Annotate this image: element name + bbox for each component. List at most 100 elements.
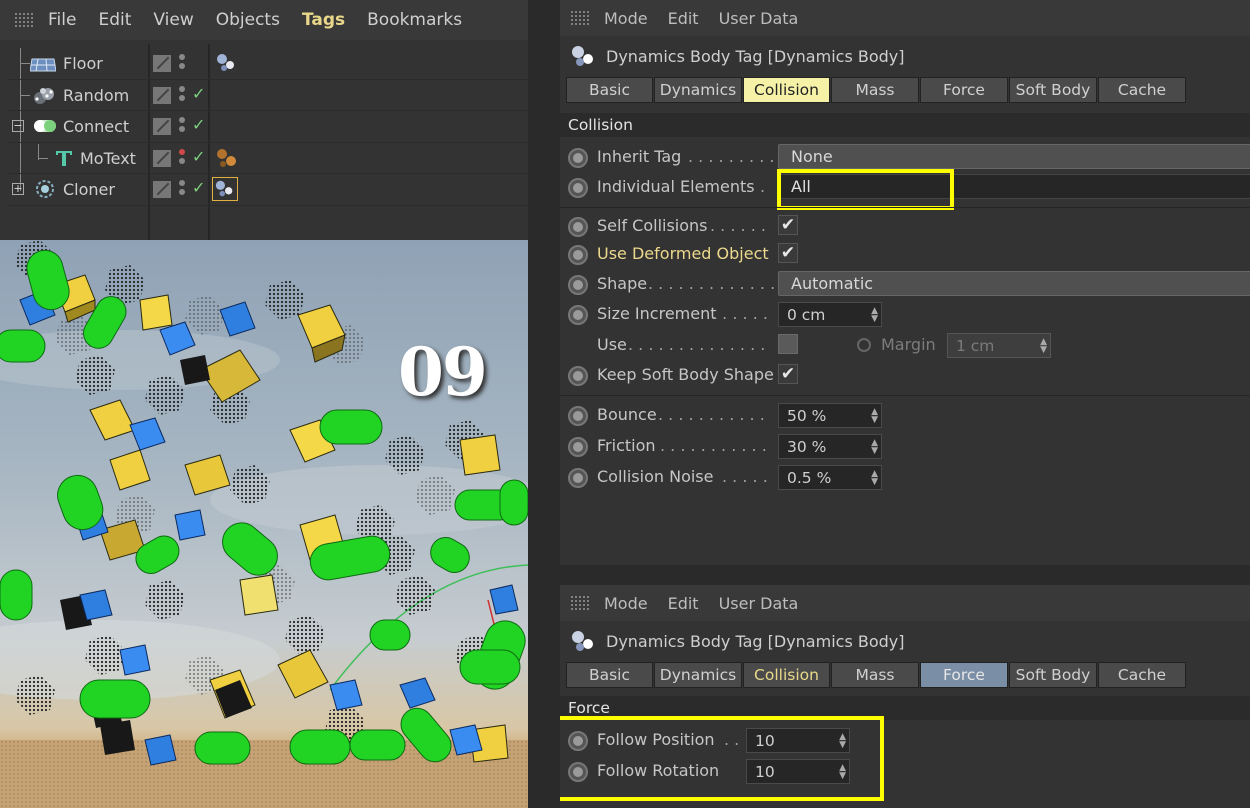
tab-dynamics[interactable]: Dynamics	[654, 662, 742, 688]
object-manager-menubar: File Edit View Objects Tags Bookmarks	[0, 0, 528, 40]
layer-toggle-icon[interactable]	[153, 55, 171, 72]
object-name[interactable]: Cloner	[63, 180, 115, 199]
shape-dropdown[interactable]: Automatic	[778, 271, 1250, 296]
visibility-dots-icon[interactable]	[179, 148, 187, 169]
tab-soft-body[interactable]: Soft Body	[1009, 662, 1097, 688]
stepper-arrows-icon[interactable]: ▲ ▼	[1040, 338, 1047, 355]
menu-view[interactable]: View	[153, 10, 193, 30]
stepper-arrows-icon[interactable]: ▲ ▼	[871, 307, 878, 324]
tab-cache[interactable]: Cache	[1098, 77, 1186, 103]
bounce-field[interactable]: 50 % ▲ ▼	[778, 403, 882, 428]
animate-radio-icon[interactable]	[568, 366, 588, 386]
enabled-check-icon[interactable]: ✓	[192, 84, 205, 103]
self-collisions-checkbox[interactable]: ✔	[778, 215, 798, 235]
dynamics-body-tag-icon[interactable]	[214, 51, 240, 75]
panel-grip-icon[interactable]	[570, 595, 590, 611]
object-name[interactable]: Random	[63, 86, 129, 105]
follow-position-field[interactable]: 10 ▲ ▼	[746, 728, 850, 753]
menu-mode[interactable]: Mode	[604, 594, 648, 613]
3d-viewport[interactable]: 09	[0, 240, 528, 808]
animate-radio-icon[interactable]	[568, 178, 588, 198]
layer-toggle-icon[interactable]	[153, 149, 171, 167]
inherit-tag-dropdown[interactable]: None	[778, 144, 1250, 169]
menu-edit[interactable]: Edit	[98, 10, 131, 30]
stepper-arrows-icon[interactable]: ▲ ▼	[871, 408, 878, 425]
animate-radio-icon[interactable]	[568, 148, 588, 168]
stepper-arrows-icon[interactable]: ▲ ▼	[871, 439, 878, 456]
menu-tags[interactable]: Tags	[302, 10, 345, 30]
rigid-body-tag-icon[interactable]	[214, 146, 240, 170]
panel-grip-icon[interactable]	[570, 10, 590, 26]
menu-bookmarks[interactable]: Bookmarks	[367, 10, 462, 30]
tab-mass[interactable]: Mass	[831, 77, 919, 103]
expand-toggle-icon[interactable]: −	[12, 120, 24, 132]
tab-basic[interactable]: Basic	[566, 77, 653, 103]
visibility-dots-icon[interactable]	[179, 85, 187, 106]
tab-soft-body[interactable]: Soft Body	[1009, 77, 1097, 103]
object-name[interactable]: MoText	[80, 149, 136, 168]
enabled-check-icon[interactable]: ✓	[192, 178, 205, 197]
menu-file[interactable]: File	[48, 10, 76, 30]
param-individual-elements: Individual Elements . All	[560, 173, 1250, 201]
menu-user-data[interactable]: User Data	[719, 9, 799, 28]
layer-toggle-icon[interactable]	[153, 181, 171, 198]
object-row-cloner[interactable]: + Cloner ✓	[8, 174, 528, 206]
object-row-random[interactable]: Random ✓	[8, 80, 528, 111]
menu-edit[interactable]: Edit	[668, 9, 699, 28]
animate-radio-icon[interactable]	[568, 245, 588, 265]
margin-animate-radio-icon[interactable]	[857, 338, 871, 352]
use-margin-checkbox[interactable]	[778, 334, 798, 354]
object-row-connect[interactable]: − Connect ✓	[8, 111, 528, 143]
follow-rotation-field[interactable]: 10 ▲ ▼	[746, 759, 850, 784]
enabled-check-icon[interactable]: ✓	[192, 147, 205, 166]
visibility-dots-icon[interactable]	[179, 117, 187, 137]
enabled-check-icon[interactable]: ✓	[192, 115, 205, 134]
stepper-arrows-icon[interactable]: ▲ ▼	[839, 764, 846, 781]
keep-soft-body-shape-checkbox[interactable]: ✔	[778, 364, 798, 384]
panel-grip-icon[interactable]	[14, 12, 34, 28]
expand-toggle-icon[interactable]: +	[12, 183, 24, 195]
visibility-dots-icon[interactable]	[179, 180, 187, 200]
use-deformed-object-checkbox[interactable]: ✔	[778, 243, 798, 263]
animate-radio-icon[interactable]	[568, 217, 588, 237]
friction-field[interactable]: 30 % ▲ ▼	[778, 434, 882, 459]
stepper-arrows-icon[interactable]: ▲ ▼	[839, 733, 846, 750]
animate-radio-icon[interactable]	[568, 406, 588, 426]
layer-toggle-icon[interactable]	[153, 118, 171, 135]
visibility-dots-icon[interactable]	[179, 54, 187, 74]
object-name[interactable]: Floor	[63, 54, 103, 73]
object-row-motext[interactable]: MoText ✓	[8, 143, 528, 174]
individual-elements-dropdown[interactable]: All	[778, 174, 1250, 199]
tab-force[interactable]: Force	[920, 77, 1008, 103]
tab-cache[interactable]: Cache	[1098, 662, 1186, 688]
tab-mass[interactable]: Mass	[831, 662, 919, 688]
animate-radio-icon[interactable]	[568, 275, 588, 295]
tab-force[interactable]: Force	[920, 662, 1008, 688]
menu-edit[interactable]: Edit	[668, 594, 699, 613]
animate-radio-icon[interactable]	[568, 305, 588, 325]
object-name[interactable]: Connect	[63, 117, 129, 136]
animate-radio-icon[interactable]	[568, 437, 588, 457]
param-use-deformed-object: Use Deformed Object ✔	[560, 240, 1250, 268]
menu-mode[interactable]: Mode	[604, 9, 648, 28]
param-shape: Shape . . . . . . . . . . . . . Automati…	[560, 270, 1250, 298]
tab-dynamics[interactable]: Dynamics	[654, 77, 742, 103]
tab-collision[interactable]: Collision	[743, 662, 830, 688]
size-increment-field[interactable]: 0 cm ▲ ▼	[778, 302, 882, 327]
animate-radio-icon[interactable]	[568, 762, 588, 782]
menu-user-data[interactable]: User Data	[719, 594, 799, 613]
collision-noise-field[interactable]: 0.5 % ▲ ▼	[778, 465, 882, 490]
tab-collision[interactable]: Collision	[743, 77, 830, 103]
stepper-arrows-icon[interactable]: ▲ ▼	[871, 470, 878, 487]
viewport-scene	[0, 240, 528, 808]
dynamics-body-tag-icon[interactable]	[212, 177, 238, 201]
tab-bar: Basic Dynamics Collision Mass Force Soft…	[566, 662, 1187, 688]
menu-objects[interactable]: Objects	[216, 10, 280, 30]
margin-field[interactable]: 1 cm ▲ ▼	[947, 333, 1051, 358]
param-inherit-tag: Inherit Tag . . . . . . . . . None	[560, 143, 1250, 171]
tab-basic[interactable]: Basic	[566, 662, 653, 688]
animate-radio-icon[interactable]	[568, 731, 588, 751]
animate-radio-icon[interactable]	[568, 468, 588, 488]
layer-toggle-icon[interactable]	[153, 86, 171, 104]
object-row-floor[interactable]: Floor	[8, 48, 528, 80]
